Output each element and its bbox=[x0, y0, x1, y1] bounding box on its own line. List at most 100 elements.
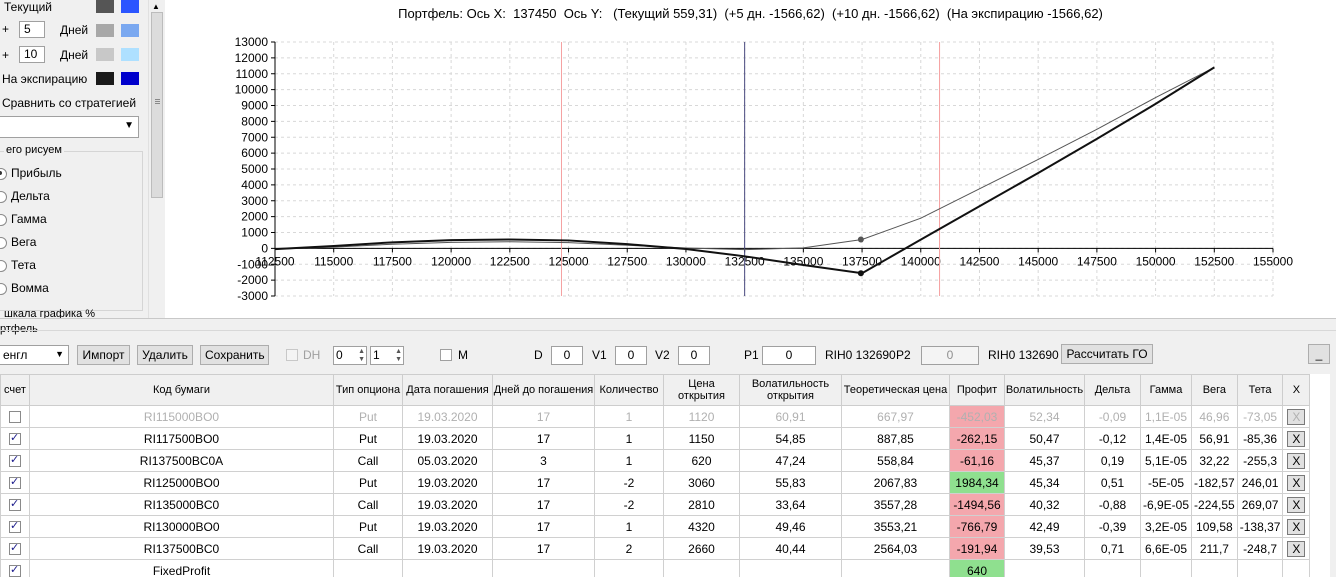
table-cell[interactable]: -248,7 bbox=[1236, 537, 1284, 560]
table-cell[interactable]: -85,36 bbox=[1236, 427, 1284, 450]
row-checkbox[interactable] bbox=[9, 519, 21, 534]
column-header[interactable]: X bbox=[1282, 374, 1311, 406]
table-cell[interactable]: -2 bbox=[594, 493, 664, 516]
table-cell[interactable]: 52,34 bbox=[1004, 405, 1085, 428]
table-cell[interactable] bbox=[1236, 559, 1284, 577]
table-cell[interactable]: 3 bbox=[492, 449, 595, 472]
table-cell[interactable]: Call bbox=[333, 537, 403, 560]
table-cell[interactable]: -182,57 bbox=[1191, 471, 1238, 494]
table-cell[interactable]: 3557,28 bbox=[841, 493, 950, 516]
remove-row-button[interactable]: X bbox=[1287, 452, 1306, 469]
table-cell[interactable]: -6,9E-05 bbox=[1139, 493, 1193, 516]
table-cell[interactable]: -1494,56 bbox=[949, 493, 1005, 516]
table-cell[interactable]: -262,15 bbox=[949, 427, 1005, 450]
table-cell[interactable]: 1984,34 bbox=[949, 471, 1005, 494]
table-cell[interactable]: 1150 bbox=[663, 427, 740, 450]
table-cell[interactable]: 1 bbox=[594, 405, 664, 428]
table-cell[interactable]: Put bbox=[333, 405, 403, 428]
minimize-button[interactable]: _ bbox=[1308, 344, 1330, 364]
column-header[interactable]: Дней до погашения bbox=[492, 374, 595, 406]
table-cell[interactable]: 2810 bbox=[663, 493, 740, 516]
table-cell[interactable]: Put bbox=[333, 515, 403, 538]
days5-color-2[interactable] bbox=[121, 24, 139, 37]
table-cell[interactable]: 1,1E-05 bbox=[1139, 405, 1193, 428]
table-cell[interactable]: 620 bbox=[663, 449, 740, 472]
table-cell[interactable]: -0,39 bbox=[1084, 515, 1141, 538]
table-cell[interactable]: 19.03.2020 bbox=[402, 537, 493, 560]
table-cell[interactable]: Put bbox=[333, 427, 403, 450]
row-checkbox[interactable] bbox=[9, 497, 21, 512]
table-cell[interactable]: RI117500BO0 bbox=[29, 427, 334, 450]
expiration-color-2[interactable] bbox=[121, 72, 139, 85]
m-checkbox[interactable] bbox=[440, 349, 452, 361]
table-cell[interactable]: 211,7 bbox=[1191, 537, 1238, 560]
table-cell[interactable]: 1120 bbox=[663, 405, 740, 428]
table-cell[interactable] bbox=[841, 559, 950, 577]
table-cell[interactable]: 558,84 bbox=[841, 449, 950, 472]
table-cell[interactable]: -2 bbox=[594, 471, 664, 494]
table-cell[interactable]: RI137500BC0A bbox=[29, 449, 334, 472]
table-cell[interactable]: 17 bbox=[492, 471, 595, 494]
table-cell[interactable] bbox=[594, 559, 664, 577]
table-cell[interactable] bbox=[663, 559, 740, 577]
table-cell[interactable]: 887,85 bbox=[841, 427, 950, 450]
column-header[interactable]: Цена открытия bbox=[663, 374, 740, 406]
scroll-up-icon[interactable]: ▲ bbox=[152, 2, 160, 11]
calculate-margin-button[interactable]: Рассчитать ГО bbox=[1061, 344, 1153, 364]
table-cell[interactable]: 17 bbox=[492, 405, 595, 428]
table-cell[interactable]: 1,4E-05 bbox=[1139, 427, 1193, 450]
v2-input[interactable]: 0 bbox=[678, 346, 710, 365]
column-header[interactable]: Гамма bbox=[1139, 374, 1193, 406]
row-checkbox[interactable] bbox=[9, 453, 21, 468]
table-cell[interactable]: -138,37 bbox=[1236, 515, 1284, 538]
row-checkbox[interactable] bbox=[9, 475, 21, 490]
table-cell[interactable]: -5E-05 bbox=[1139, 471, 1193, 494]
table-cell[interactable]: Put bbox=[333, 471, 403, 494]
table-cell[interactable]: 1 bbox=[594, 515, 664, 538]
table-cell[interactable]: -0,12 bbox=[1084, 427, 1141, 450]
dh-spin-2[interactable]: 1 ▲ ▼ bbox=[370, 346, 404, 365]
table-cell[interactable] bbox=[1084, 559, 1141, 577]
table-cell[interactable]: 05.03.2020 bbox=[402, 449, 493, 472]
table-cell[interactable]: 60,91 bbox=[739, 405, 842, 428]
compare-strategy-select[interactable]: ▼ bbox=[0, 116, 139, 138]
table-cell[interactable]: 42,49 bbox=[1004, 515, 1085, 538]
table-cell[interactable]: 45,34 bbox=[1004, 471, 1085, 494]
table-cell[interactable]: 0,51 bbox=[1084, 471, 1141, 494]
table-cell[interactable] bbox=[402, 559, 493, 577]
days10-color-2[interactable] bbox=[121, 48, 139, 61]
table-cell[interactable]: RI130000BO0 bbox=[29, 515, 334, 538]
table-cell[interactable]: 17 bbox=[492, 537, 595, 560]
table-cell[interactable]: 55,83 bbox=[739, 471, 842, 494]
table-cell[interactable]: 40,44 bbox=[739, 537, 842, 560]
row-checkbox[interactable] bbox=[9, 411, 21, 424]
table-cell[interactable] bbox=[1139, 559, 1193, 577]
table-cell[interactable]: -0,88 bbox=[1084, 493, 1141, 516]
table-cell[interactable]: 19.03.2020 bbox=[402, 427, 493, 450]
scrollbar-thumb[interactable] bbox=[151, 12, 163, 198]
table-cell[interactable]: 3060 bbox=[663, 471, 740, 494]
remove-row-button[interactable]: X bbox=[1287, 430, 1306, 447]
table-cell[interactable] bbox=[492, 559, 595, 577]
p1-input[interactable]: 0 bbox=[762, 346, 816, 365]
table-cell[interactable]: 667,97 bbox=[841, 405, 950, 428]
table-cell[interactable]: -255,3 bbox=[1236, 449, 1284, 472]
table-cell[interactable]: -452,03 bbox=[949, 405, 1005, 428]
column-header[interactable]: Тета bbox=[1236, 374, 1284, 406]
import-button[interactable]: Импорт bbox=[77, 345, 130, 365]
table-cell[interactable]: 0,71 bbox=[1084, 537, 1141, 560]
table-cell[interactable]: 246,01 bbox=[1236, 471, 1284, 494]
column-header[interactable]: Тип опциона bbox=[333, 374, 403, 406]
p2-input[interactable]: 0 bbox=[921, 346, 979, 365]
current-color-1[interactable] bbox=[96, 0, 114, 13]
table-cell[interactable]: 17 bbox=[492, 493, 595, 516]
table-cell[interactable]: 33,64 bbox=[739, 493, 842, 516]
table-cell[interactable]: -224,55 bbox=[1191, 493, 1238, 516]
table-cell[interactable]: 0,19 bbox=[1084, 449, 1141, 472]
table-row[interactable]: RI135000BC0Call19.03.202017-2281033,6435… bbox=[0, 493, 1311, 516]
remove-row-button[interactable]: X bbox=[1287, 496, 1306, 513]
row-checkbox[interactable] bbox=[9, 541, 21, 556]
table-cell[interactable]: 5,1E-05 bbox=[1139, 449, 1193, 472]
table-row[interactable]: RI115000BO0 Put 19.03.2020 17 1 1120 60,91 667,… bbox=[0, 405, 1311, 428]
dh-spin-1[interactable]: 0 ▲ ▼ bbox=[333, 346, 367, 365]
